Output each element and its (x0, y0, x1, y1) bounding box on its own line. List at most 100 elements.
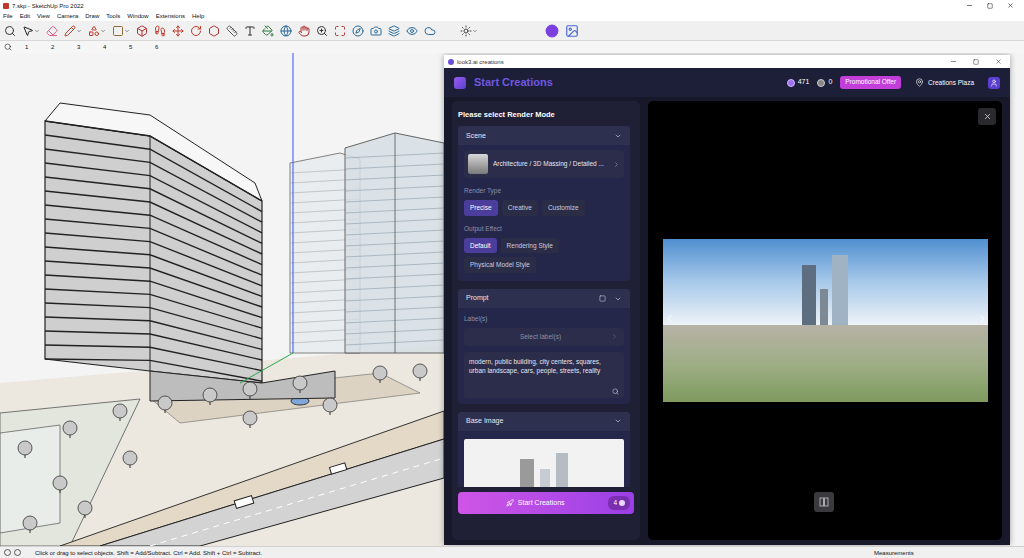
rectangle-icon[interactable] (112, 25, 124, 37)
scene-tab[interactable]: 4 (103, 44, 129, 50)
look3-image-icon[interactable] (565, 24, 579, 38)
scene-tab[interactable]: 6 (155, 44, 181, 50)
chevron-icon[interactable] (614, 295, 622, 303)
help-icon[interactable] (14, 549, 21, 556)
prompt-textarea[interactable]: modern, public building, city centers, s… (464, 352, 624, 398)
toolbar-button[interactable] (88, 25, 106, 37)
scene-tab[interactable]: 2 (51, 44, 77, 50)
toolbar-button[interactable] (406, 25, 418, 37)
option-button[interactable]: Physical Model Style (464, 257, 536, 273)
menu-item[interactable]: Tools (106, 13, 120, 19)
promo-button[interactable]: Promotional Offer (840, 76, 901, 89)
toolbar-button[interactable] (172, 25, 184, 37)
option-button[interactable]: Creative (502, 200, 538, 216)
info-icon[interactable] (4, 549, 11, 556)
layers-icon[interactable] (388, 25, 400, 37)
dropdown-icon[interactable] (472, 28, 478, 34)
warehouse-icon[interactable] (424, 25, 436, 37)
maximize-icon[interactable] (973, 59, 979, 65)
card-header[interactable]: Scene (458, 126, 630, 145)
look3-play-icon[interactable] (545, 24, 559, 38)
menu-item[interactable]: Extensions (156, 13, 185, 19)
close-icon[interactable] (995, 58, 1002, 65)
menu-item[interactable]: Window (127, 13, 148, 19)
toolbar-button[interactable] (262, 25, 274, 37)
menu-item[interactable]: View (37, 13, 50, 19)
scene-style-row[interactable]: Architecture / 3D Massing / Detailed ... (464, 150, 624, 178)
orbit-icon[interactable] (280, 25, 292, 37)
scene-tab[interactable]: 1 (25, 44, 51, 50)
minimize-icon[interactable] (950, 58, 957, 65)
scene-tab[interactable]: 5 (129, 44, 155, 50)
labels-select[interactable]: Select label(s) (464, 328, 624, 346)
toolbar-button[interactable] (388, 25, 400, 37)
pan-icon[interactable] (298, 25, 310, 37)
toolbar-button[interactable] (424, 25, 436, 37)
minimize-icon[interactable] (966, 2, 973, 9)
position-camera-icon[interactable] (352, 25, 364, 37)
toolbar-button[interactable] (64, 25, 82, 37)
dropdown-icon[interactable] (124, 28, 130, 34)
zoom-extents-icon[interactable] (334, 25, 346, 37)
toolbar-button[interactable] (112, 25, 130, 37)
base-image-thumbnail[interactable] (464, 439, 624, 487)
eraser-icon[interactable] (46, 25, 58, 37)
chevron-icon[interactable] (614, 417, 622, 425)
toolbar-button[interactable] (316, 25, 328, 37)
previous-icon[interactable] (664, 313, 675, 324)
next-icon[interactable] (977, 313, 988, 324)
toolbar-button[interactable] (370, 25, 382, 37)
toolbar-button[interactable] (244, 25, 256, 37)
tape-measure-icon[interactable] (226, 25, 238, 37)
menu-item[interactable]: File (3, 13, 13, 19)
toolbar-button[interactable] (46, 25, 58, 37)
option-button[interactable]: Default (464, 238, 497, 254)
select-icon[interactable] (22, 25, 34, 37)
zoom-icon[interactable] (316, 25, 328, 37)
toolbar-button[interactable] (298, 25, 310, 37)
camera-icon[interactable] (370, 25, 382, 37)
toolbar-button[interactable] (280, 25, 292, 37)
close-icon[interactable] (1007, 2, 1014, 9)
preview-close-button[interactable] (978, 108, 996, 125)
dropdown-icon[interactable] (76, 28, 82, 34)
toolbar-button[interactable] (352, 25, 364, 37)
option-button[interactable]: Rendering Style (501, 238, 559, 254)
scene-tab[interactable]: 3 (77, 44, 103, 50)
toolbar-button[interactable] (136, 25, 148, 37)
card-header[interactable]: Prompt (458, 289, 630, 308)
chevron-icon[interactable] (614, 132, 622, 140)
dropdown-icon[interactable] (100, 28, 106, 34)
push-pull-icon[interactable] (136, 25, 148, 37)
menu-item[interactable]: Help (192, 13, 204, 19)
toolbar-button[interactable] (190, 25, 202, 37)
toolbar-button[interactable] (208, 25, 220, 37)
search-icon[interactable] (4, 43, 12, 51)
menu-item[interactable]: Camera (57, 13, 78, 19)
arc-icon[interactable] (88, 25, 100, 37)
section-icon[interactable] (406, 25, 418, 37)
toolbar-button[interactable] (226, 25, 238, 37)
plaza-link[interactable]: Creations Plaza (915, 78, 974, 88)
dropdown-icon[interactable] (34, 28, 40, 34)
option-button[interactable]: Customize (542, 200, 585, 216)
menu-item[interactable]: Draw (85, 13, 99, 19)
menu-item[interactable]: Edit (20, 13, 30, 19)
search-icon[interactable] (612, 388, 619, 395)
avatar[interactable] (988, 77, 1000, 89)
move-icon[interactable] (172, 25, 184, 37)
compare-button[interactable] (814, 492, 834, 512)
start-creations-button[interactable]: Start Creations4 (458, 492, 634, 514)
toolbar-button[interactable] (154, 25, 166, 37)
rotate-icon[interactable] (190, 25, 202, 37)
maximize-icon[interactable] (987, 3, 993, 9)
paint-bucket-icon[interactable] (262, 25, 274, 37)
option-button[interactable]: Precise (464, 200, 498, 216)
shadow-icon[interactable] (460, 25, 472, 37)
card-header[interactable]: Base Image (458, 412, 630, 431)
expand-icon[interactable] (599, 295, 606, 302)
text-icon[interactable] (244, 25, 256, 37)
model-viewport[interactable] (0, 53, 444, 546)
offset-icon[interactable] (208, 25, 220, 37)
follow-me-icon[interactable] (154, 25, 166, 37)
